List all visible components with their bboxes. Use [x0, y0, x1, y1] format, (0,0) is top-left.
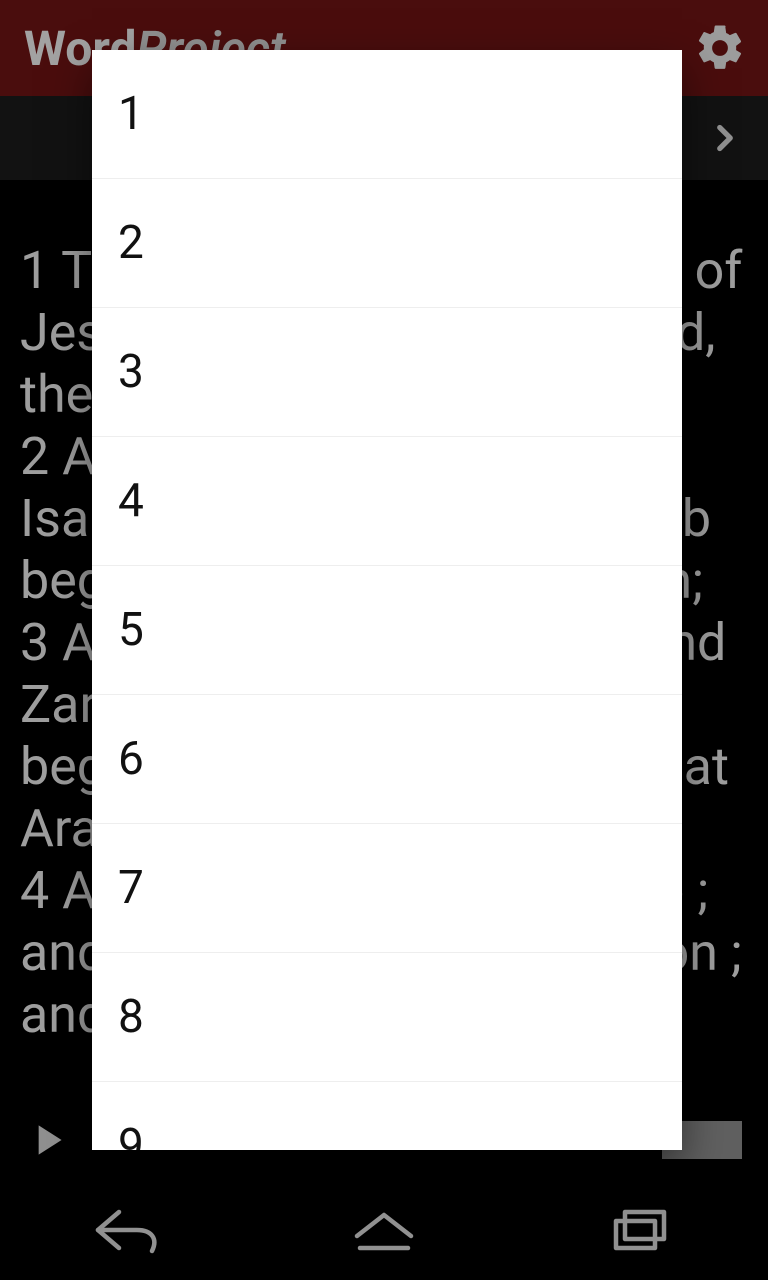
list-item-label: 1 — [118, 87, 144, 141]
list-item[interactable]: 2 — [92, 179, 682, 308]
list-item[interactable]: 5 — [92, 566, 682, 695]
list-item-label: 5 — [118, 603, 144, 657]
list-item-label: 8 — [118, 990, 144, 1044]
list-item[interactable]: 7 — [92, 824, 682, 953]
list-item-label: 7 — [118, 861, 144, 915]
chapter-list[interactable]: 1 2 3 4 5 6 7 8 9 — [92, 50, 682, 1150]
list-item-label: 9 — [118, 1119, 144, 1150]
list-item-label: 4 — [118, 474, 144, 528]
list-item[interactable]: 1 — [92, 50, 682, 179]
list-item[interactable]: 9 — [92, 1082, 682, 1150]
chapter-picker-dialog: 1 2 3 4 5 6 7 8 9 — [92, 50, 682, 1150]
list-item-label: 3 — [118, 345, 144, 399]
screen-root: WordProject 1 The book of the generation… — [0, 0, 768, 1280]
list-item[interactable]: 6 — [92, 695, 682, 824]
list-item-label: 6 — [118, 732, 144, 786]
list-item-label: 2 — [118, 216, 144, 270]
list-item[interactable]: 4 — [92, 437, 682, 566]
list-item[interactable]: 8 — [92, 953, 682, 1082]
list-item[interactable]: 3 — [92, 308, 682, 437]
